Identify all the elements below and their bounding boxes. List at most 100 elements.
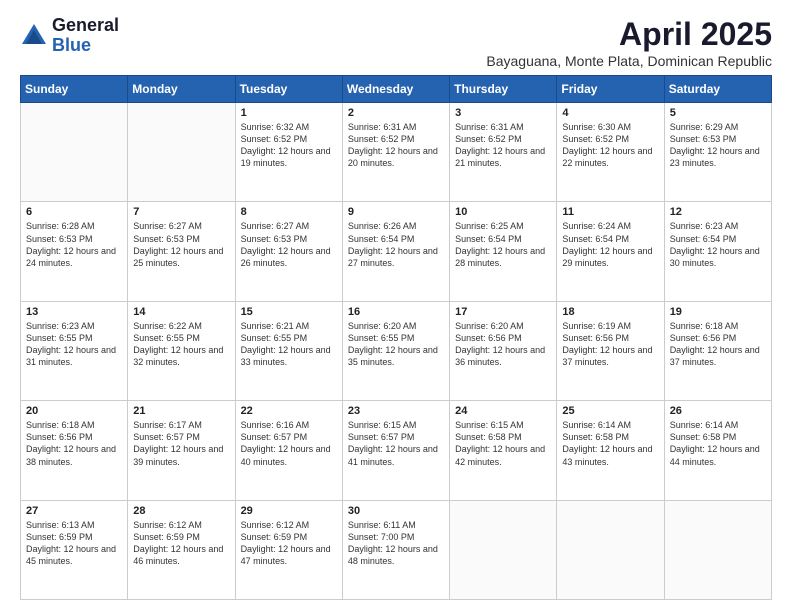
calendar-cell: 12Sunrise: 6:23 AM Sunset: 6:54 PM Dayli… — [664, 202, 771, 301]
day-number: 23 — [348, 405, 444, 417]
day-number: 11 — [562, 206, 658, 218]
week-row-3: 20Sunrise: 6:18 AM Sunset: 6:56 PM Dayli… — [21, 401, 772, 500]
day-number: 30 — [348, 505, 444, 517]
day-number: 4 — [562, 107, 658, 119]
calendar-cell: 26 Sunrise: 6:14 AM Sunset: 6:58 PM Dayli… — [664, 401, 771, 500]
day-info: Sunrise: 6:23 AM Sunset: 6:54 PM Dayligh… — [670, 220, 766, 269]
day-number: 17 — [455, 306, 551, 318]
calendar-cell: 7Sunrise: 6:27 AM Sunset: 6:53 PM Daylig… — [128, 202, 235, 301]
week-row-4: 27Sunrise: 6:13 AM Sunset: 6:59 PM Dayli… — [21, 500, 772, 599]
calendar-cell: 20Sunrise: 6:18 AM Sunset: 6:56 PM Dayli… — [21, 401, 128, 500]
day-info: Sunrise: 6:26 AM Sunset: 6:54 PM Dayligh… — [348, 220, 444, 269]
day-info: Sunrise: 6:32 AM Sunset: 6:52 PM Dayligh… — [241, 121, 337, 170]
calendar-cell: 11 Sunrise: 6:24 AM Sunset: 6:54 PM Dayli… — [557, 202, 664, 301]
calendar-cell: 21 Sunrise: 6:17 AM Sunset: 6:57 PM Dayli… — [128, 401, 235, 500]
calendar-cell: 16 Sunrise: 6:20 AM Sunset: 6:55 PM Dayli… — [342, 301, 449, 400]
day-number: 13 — [26, 306, 122, 318]
header-thursday: Thursday — [450, 76, 557, 103]
calendar-cell: 30 Sunrise: 6:11 AM Sunset: 7:00 PM Dayli… — [342, 500, 449, 599]
calendar-cell: 6Sunrise: 6:28 AM Sunset: 6:53 PM Daylig… — [21, 202, 128, 301]
calendar-cell: 23Sunrise: 6:15 AM Sunset: 6:57 PM Dayli… — [342, 401, 449, 500]
calendar-cell: 4 Sunrise: 6:30 AM Sunset: 6:52 PM Daylig… — [557, 103, 664, 202]
calendar-cell: 19Sunrise: 6:18 AM Sunset: 6:56 PM Dayli… — [664, 301, 771, 400]
day-number: 10 — [455, 206, 551, 218]
calendar-header-row: SundayMondayTuesdayWednesdayThursdayFrid… — [21, 76, 772, 103]
day-info: Sunrise: 6:14 AM Sunset: 6:58 PM Dayligh… — [670, 419, 766, 468]
location-subtitle: Bayaguana, Monte Plata, Dominican Republ… — [486, 53, 772, 69]
day-number: 3 — [455, 107, 551, 119]
week-row-0: 1 Sunrise: 6:32 AM Sunset: 6:52 PM Daylig… — [21, 103, 772, 202]
calendar-cell: 2 Sunrise: 6:31 AM Sunset: 6:52 PM Daylig… — [342, 103, 449, 202]
header-tuesday: Tuesday — [235, 76, 342, 103]
day-number: 18 — [562, 306, 658, 318]
day-info: Sunrise: 6:29 AM Sunset: 6:53 PM Dayligh… — [670, 121, 766, 170]
day-number: 16 — [348, 306, 444, 318]
calendar-cell: 3 Sunrise: 6:31 AM Sunset: 6:52 PM Daylig… — [450, 103, 557, 202]
day-info: Sunrise: 6:30 AM Sunset: 6:52 PM Dayligh… — [562, 121, 658, 170]
day-info: Sunrise: 6:25 AM Sunset: 6:54 PM Dayligh… — [455, 220, 551, 269]
day-info: Sunrise: 6:16 AM Sunset: 6:57 PM Dayligh… — [241, 419, 337, 468]
day-info: Sunrise: 6:31 AM Sunset: 6:52 PM Dayligh… — [455, 121, 551, 170]
header-friday: Friday — [557, 76, 664, 103]
day-info: Sunrise: 6:27 AM Sunset: 6:53 PM Dayligh… — [241, 220, 337, 269]
logo-general: General — [52, 16, 119, 36]
calendar-cell: 9 Sunrise: 6:26 AM Sunset: 6:54 PM Daylig… — [342, 202, 449, 301]
day-number: 24 — [455, 405, 551, 417]
day-number: 27 — [26, 505, 122, 517]
week-row-2: 13 Sunrise: 6:23 AM Sunset: 6:55 PM Dayli… — [21, 301, 772, 400]
calendar: SundayMondayTuesdayWednesdayThursdayFrid… — [20, 75, 772, 600]
day-info: Sunrise: 6:15 AM Sunset: 6:58 PM Dayligh… — [455, 419, 551, 468]
day-number: 15 — [241, 306, 337, 318]
header-sunday: Sunday — [21, 76, 128, 103]
calendar-cell: 25 Sunrise: 6:14 AM Sunset: 6:58 PM Dayli… — [557, 401, 664, 500]
day-info: Sunrise: 6:27 AM Sunset: 6:53 PM Dayligh… — [133, 220, 229, 269]
calendar-cell — [664, 500, 771, 599]
day-number: 21 — [133, 405, 229, 417]
day-info: Sunrise: 6:20 AM Sunset: 6:55 PM Dayligh… — [348, 320, 444, 369]
day-info: Sunrise: 6:17 AM Sunset: 6:57 PM Dayligh… — [133, 419, 229, 468]
day-info: Sunrise: 6:12 AM Sunset: 6:59 PM Dayligh… — [133, 519, 229, 568]
header-wednesday: Wednesday — [342, 76, 449, 103]
day-number: 20 — [26, 405, 122, 417]
day-number: 8 — [241, 206, 337, 218]
calendar-cell: 29Sunrise: 6:12 AM Sunset: 6:59 PM Dayli… — [235, 500, 342, 599]
day-info: Sunrise: 6:19 AM Sunset: 6:56 PM Dayligh… — [562, 320, 658, 369]
calendar-cell: 8 Sunrise: 6:27 AM Sunset: 6:53 PM Daylig… — [235, 202, 342, 301]
logo-text: General Blue — [52, 16, 119, 56]
day-number: 5 — [670, 107, 766, 119]
day-number: 28 — [133, 505, 229, 517]
calendar-cell: 5 Sunrise: 6:29 AM Sunset: 6:53 PM Daylig… — [664, 103, 771, 202]
day-info: Sunrise: 6:23 AM Sunset: 6:55 PM Dayligh… — [26, 320, 122, 369]
day-info: Sunrise: 6:12 AM Sunset: 6:59 PM Dayligh… — [241, 519, 337, 568]
day-info: Sunrise: 6:14 AM Sunset: 6:58 PM Dayligh… — [562, 419, 658, 468]
calendar-cell — [128, 103, 235, 202]
day-number: 19 — [670, 306, 766, 318]
header-saturday: Saturday — [664, 76, 771, 103]
calendar-cell: 28 Sunrise: 6:12 AM Sunset: 6:59 PM Dayli… — [128, 500, 235, 599]
day-info: Sunrise: 6:31 AM Sunset: 6:52 PM Dayligh… — [348, 121, 444, 170]
day-info: Sunrise: 6:24 AM Sunset: 6:54 PM Dayligh… — [562, 220, 658, 269]
day-number: 9 — [348, 206, 444, 218]
day-number: 14 — [133, 306, 229, 318]
day-number: 1 — [241, 107, 337, 119]
calendar-cell — [21, 103, 128, 202]
calendar-cell: 27Sunrise: 6:13 AM Sunset: 6:59 PM Dayli… — [21, 500, 128, 599]
calendar-cell: 1 Sunrise: 6:32 AM Sunset: 6:52 PM Daylig… — [235, 103, 342, 202]
calendar-cell: 17 Sunrise: 6:20 AM Sunset: 6:56 PM Dayli… — [450, 301, 557, 400]
day-info: Sunrise: 6:20 AM Sunset: 6:56 PM Dayligh… — [455, 320, 551, 369]
calendar-cell — [450, 500, 557, 599]
logo: General Blue — [20, 16, 119, 56]
calendar-cell: 14Sunrise: 6:22 AM Sunset: 6:55 PM Dayli… — [128, 301, 235, 400]
page: General Blue April 2025 Bayaguana, Monte… — [0, 0, 792, 612]
calendar-cell: 15Sunrise: 6:21 AM Sunset: 6:55 PM Dayli… — [235, 301, 342, 400]
logo-icon — [20, 22, 48, 50]
calendar-cell — [557, 500, 664, 599]
day-number: 22 — [241, 405, 337, 417]
day-info: Sunrise: 6:11 AM Sunset: 7:00 PM Dayligh… — [348, 519, 444, 568]
day-number: 6 — [26, 206, 122, 218]
calendar-cell: 13 Sunrise: 6:23 AM Sunset: 6:55 PM Dayli… — [21, 301, 128, 400]
header-monday: Monday — [128, 76, 235, 103]
day-number: 25 — [562, 405, 658, 417]
day-number: 2 — [348, 107, 444, 119]
day-number: 26 — [670, 405, 766, 417]
